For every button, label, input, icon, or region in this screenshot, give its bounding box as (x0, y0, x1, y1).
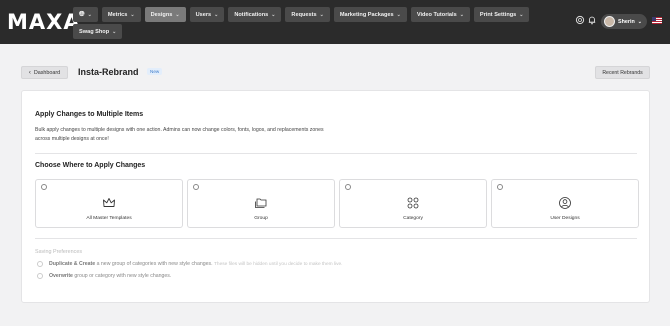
us-flag-icon[interactable] (652, 17, 662, 24)
chevron-down-icon: ⌄ (271, 11, 276, 18)
nav-designs[interactable]: Designs ⌄ (144, 7, 186, 22)
rebrand-card: Apply Changes to Multiple Items Bulk app… (21, 90, 650, 303)
option-category[interactable]: Category (339, 179, 487, 228)
section-title-apply-changes: Apply Changes to Multiple Items (35, 111, 144, 118)
radio-button[interactable] (193, 184, 199, 190)
nav-label: Notifications (234, 11, 269, 18)
chevron-down-icon: ⌄ (130, 11, 135, 18)
user-name: Sherin (618, 18, 635, 25)
chevron-down-icon: ⌄ (112, 28, 117, 35)
new-badge: New (147, 68, 163, 75)
preference-description: group or category with new style changes… (74, 273, 172, 279)
option-label: User Designs (550, 216, 580, 221)
nav-label: Print Settings (479, 11, 517, 18)
nav-print-settings[interactable]: Print Settings ⌄ (473, 7, 530, 22)
nav-notifications[interactable]: Notifications ⌄ (228, 7, 282, 22)
preference-overwrite[interactable]: Overwrite group or category with new sty… (37, 273, 171, 279)
nav-label: Video Tutorials (416, 11, 457, 18)
nav-label: Marketing Packages (339, 11, 394, 18)
nav-metrics[interactable]: Metrics ⌄ (101, 7, 141, 22)
preference-bold-label: Duplicate & Create (49, 261, 96, 267)
divider (35, 153, 637, 154)
chevron-down-icon: ⌄ (396, 11, 401, 18)
main-nav: 🌐︎ ⌄ Metrics ⌄ Designs ⌄ Users ⌄ Notificatio… (73, 7, 553, 39)
radio-button[interactable] (497, 184, 503, 190)
chevron-down-icon: ⌄ (87, 11, 92, 18)
radio-button[interactable] (345, 184, 351, 190)
nav-label: Metrics (107, 11, 128, 18)
nav-label: Swag Shop (79, 28, 110, 35)
radio-button[interactable] (37, 261, 43, 267)
user-menu[interactable]: Sherin ⌄ (601, 14, 647, 29)
chevron-down-icon: ⌄ (459, 11, 464, 18)
recent-rebrands-button[interactable]: Recent Rebrands (595, 66, 650, 79)
preference-bold-label: Overwrite (49, 273, 73, 279)
preference-text: Overwrite group or category with new sty… (49, 273, 171, 279)
globe-icon: 🌐︎ (79, 10, 85, 18)
top-navigation-bar: MAXA 🌐︎ ⌄ Metrics ⌄ Designs ⌄ Users ⌄ Notifi… (0, 0, 670, 44)
divider (35, 238, 637, 239)
back-to-dashboard-button[interactable]: ‹ Dashboard (21, 66, 68, 79)
option-label: All Master Templates (86, 216, 132, 221)
user-circle-icon (559, 197, 571, 209)
nav-marketing-packages[interactable]: Marketing Packages ⌄ (333, 7, 407, 22)
support-icon[interactable] (575, 15, 585, 25)
back-button-label: Dashboard (33, 69, 61, 76)
preference-duplicate-create[interactable]: Duplicate & Create a new group of catego… (37, 261, 343, 267)
chevron-down-icon: ⌄ (214, 11, 219, 18)
chevron-down-icon: ⌄ (637, 18, 642, 25)
nav-label: Requests (291, 11, 317, 18)
folders-icon (255, 198, 267, 208)
radio-button[interactable] (37, 273, 43, 279)
nav-language-globe[interactable]: 🌐︎ ⌄ (73, 7, 98, 22)
nav-swag-shop[interactable]: Swag Shop ⌄ (73, 24, 123, 39)
nav-users[interactable]: Users ⌄ (189, 7, 225, 22)
option-label: Group (254, 216, 268, 221)
preference-text: Duplicate & Create a new group of catego… (49, 261, 343, 267)
chevron-down-icon: ⌄ (319, 11, 324, 18)
section-description: Bulk apply changes to multiple designs w… (35, 127, 324, 142)
chevron-down-icon: ⌄ (175, 11, 180, 18)
option-user-designs[interactable]: User Designs (491, 179, 639, 228)
bell-icon[interactable] (587, 15, 597, 25)
grid-circles-icon (407, 197, 419, 209)
option-group[interactable]: Group (187, 179, 335, 228)
nav-label: Users (195, 11, 212, 18)
crown-icon (103, 198, 115, 207)
option-label: Category (403, 216, 423, 221)
radio-button[interactable] (41, 184, 47, 190)
maxa-logo[interactable]: MAXA (7, 10, 81, 34)
nav-requests[interactable]: Requests ⌄ (285, 7, 330, 22)
section-title-choose-where: Choose Where to Apply Changes (35, 162, 146, 169)
saving-preferences-title: Saving Preferences (35, 249, 83, 255)
nav-video-tutorials[interactable]: Video Tutorials ⌄ (410, 7, 470, 22)
preference-note: These files will be hidden until you dec… (213, 262, 343, 267)
chevron-down-icon: ⌄ (519, 11, 524, 18)
page-title: Insta-Rebrand (78, 67, 139, 77)
option-all-master-templates[interactable]: All Master Templates (35, 179, 183, 228)
avatar (604, 16, 615, 27)
preference-description: a new group of categories with new style… (96, 261, 213, 267)
chevron-left-icon: ‹ (28, 69, 31, 76)
nav-label: Designs (150, 11, 173, 18)
